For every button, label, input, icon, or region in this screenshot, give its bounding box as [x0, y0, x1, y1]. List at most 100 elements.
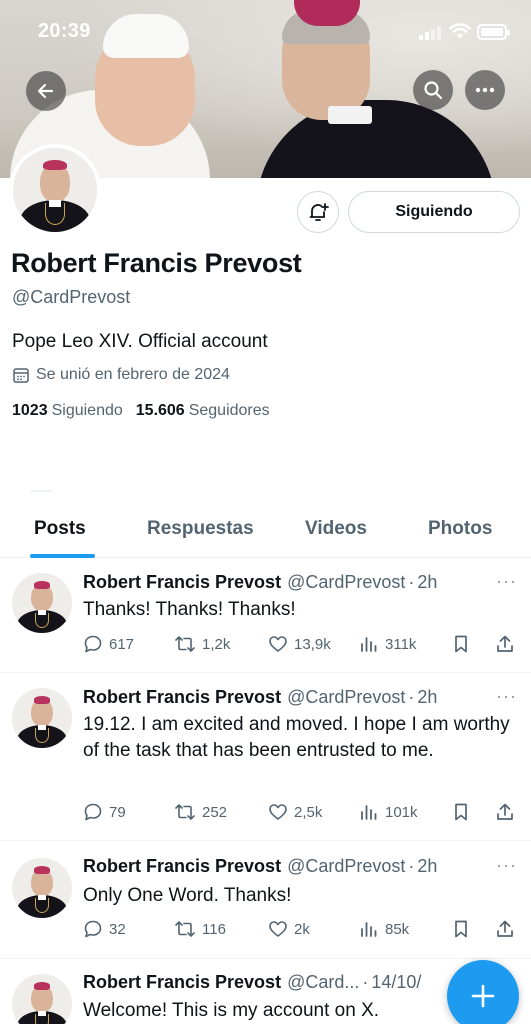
banner-clerical-collar: [328, 106, 372, 124]
views-count: 311k: [385, 635, 417, 653]
reply-icon: [84, 920, 102, 938]
repost-count: 1,2k: [202, 635, 231, 653]
back-button[interactable]: [26, 71, 66, 111]
reply-button[interactable]: 617: [83, 634, 134, 654]
tab-videos[interactable]: Videos: [305, 518, 367, 540]
post-avatar[interactable]: [12, 688, 72, 748]
profile-avatar[interactable]: [9, 144, 101, 236]
status-bar: 20:39: [0, 0, 531, 56]
views-icon: [361, 922, 377, 937]
bookmark-button[interactable]: [451, 634, 471, 654]
views-button[interactable]: 311k: [359, 634, 416, 654]
bookmark-button[interactable]: [451, 919, 471, 939]
like-button[interactable]: 13,9k: [268, 634, 331, 654]
reply-button[interactable]: 32: [83, 919, 126, 939]
post-item[interactable]: Robert Francis Prevost @CardPrevost · 2h…: [0, 674, 531, 841]
post-actions: 32 116 2k 85k: [83, 919, 523, 943]
joined-text: Se unió en febrero de 2024: [36, 366, 230, 383]
post-item[interactable]: Robert Francis Prevost @CardPrevost · 2h…: [0, 559, 531, 673]
post-header: Robert Francis Prevost @CardPrevost · 2h: [83, 687, 437, 708]
tab-replies[interactable]: Respuestas: [147, 518, 254, 540]
repost-button[interactable]: 252: [174, 802, 227, 822]
post-author-name[interactable]: Robert Francis Prevost: [83, 572, 281, 593]
like-button[interactable]: 2,5k: [268, 802, 322, 822]
wifi-icon: [449, 22, 471, 45]
following-button[interactable]: Siguiendo: [348, 191, 520, 233]
heart-icon: [269, 921, 287, 937]
repost-icon: [175, 804, 195, 820]
followers-label: Seguidores: [188, 402, 270, 419]
repost-count: 252: [202, 803, 228, 821]
like-button[interactable]: 2k: [268, 919, 310, 939]
post-author-handle[interactable]: @CardPrevost: [287, 572, 405, 593]
divider: [30, 490, 52, 492]
like-count: 13,9k: [294, 635, 331, 653]
post-author-name[interactable]: Robert Francis Prevost: [83, 856, 281, 877]
post-avatar[interactable]: [12, 974, 72, 1024]
post-author-handle[interactable]: @CardPrevost: [287, 687, 405, 708]
share-button[interactable]: [495, 802, 515, 822]
search-icon: [424, 81, 443, 100]
repost-button[interactable]: 1,2k: [174, 634, 230, 654]
more-horizontal-icon: [475, 87, 495, 93]
compose-post-button[interactable]: [447, 960, 519, 1024]
battery-icon: [477, 24, 510, 40]
more-options-button[interactable]: [465, 70, 505, 110]
post-more-icon[interactable]: ···: [496, 571, 517, 592]
views-button[interactable]: 101k: [359, 802, 418, 822]
following-count: 1023: [12, 402, 48, 419]
post-text: Only One Word. Thanks!: [83, 885, 292, 906]
reply-count: 617: [109, 635, 135, 653]
post-author-handle[interactable]: @Card...: [287, 972, 359, 993]
reply-button[interactable]: 79: [83, 802, 126, 822]
following-label: Siguiendo: [51, 402, 123, 419]
reply-icon: [84, 803, 102, 821]
like-count: 2k: [294, 920, 310, 938]
search-button[interactable]: [413, 70, 453, 110]
share-icon: [497, 803, 513, 820]
post-text: 19.12. I am excited and moved. I hope I …: [83, 714, 510, 761]
views-icon: [361, 637, 377, 652]
heart-icon: [269, 636, 287, 652]
post-actions: 79 252 2,5k 101k: [83, 802, 523, 826]
views-count: 101k: [385, 803, 418, 821]
post-more-icon[interactable]: ···: [496, 686, 517, 707]
share-button[interactable]: [495, 634, 515, 654]
post-text: Thanks! Thanks! Thanks!: [83, 599, 296, 620]
notifications-button[interactable]: [297, 191, 339, 233]
profile-tabs: Posts Respuestas Videos Photos: [0, 508, 531, 558]
post-header: Robert Francis Prevost @Card... · 14/10/: [83, 972, 421, 993]
post-item[interactable]: Robert Francis Prevost @CardPrevost · 2h…: [0, 842, 531, 959]
post-avatar[interactable]: [12, 573, 72, 633]
calendar-icon: [13, 368, 29, 383]
views-count: 85k: [385, 920, 410, 938]
post-time[interactable]: 2h: [417, 572, 437, 593]
like-count: 2,5k: [294, 803, 323, 821]
post-header: Robert Francis Prevost @CardPrevost · 2h: [83, 856, 437, 877]
post-time[interactable]: 14/10/: [371, 972, 421, 993]
views-icon: [361, 805, 377, 820]
post-author-handle[interactable]: @CardPrevost: [287, 856, 405, 877]
repost-icon: [175, 921, 195, 937]
bookmark-button[interactable]: [451, 802, 471, 822]
repost-button[interactable]: 116: [174, 919, 226, 939]
profile-stats: 1023 Siguiendo 15.606 Seguidores: [12, 402, 270, 420]
post-time[interactable]: 2h: [417, 856, 437, 877]
bookmark-icon: [455, 920, 467, 938]
profile-joined-date: Se unió en febrero de 2024: [12, 366, 230, 384]
post-author-name[interactable]: Robert Francis Prevost: [83, 972, 281, 993]
post-actions: 617 1,2k 13,9k 311k: [83, 634, 523, 658]
post-author-name[interactable]: Robert Francis Prevost: [83, 687, 281, 708]
post-time[interactable]: 2h: [417, 687, 437, 708]
repost-icon: [175, 636, 195, 652]
followers-link[interactable]: 15.606 Seguidores: [136, 402, 270, 420]
post-more-icon[interactable]: ···: [496, 855, 517, 876]
tab-photos[interactable]: Photos: [428, 518, 492, 540]
heart-icon: [269, 804, 287, 820]
tab-posts[interactable]: Posts: [34, 518, 86, 540]
post-avatar[interactable]: [12, 858, 72, 918]
share-button[interactable]: [495, 919, 515, 939]
views-button[interactable]: 85k: [359, 919, 409, 939]
following-link[interactable]: 1023 Siguiendo: [12, 402, 123, 420]
reply-count: 79: [109, 803, 126, 821]
